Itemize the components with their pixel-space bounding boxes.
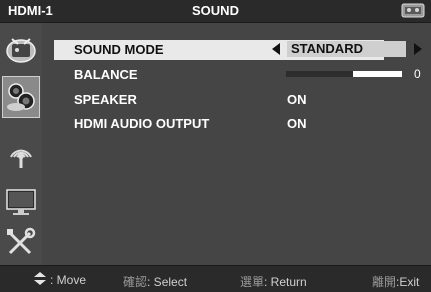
- sidebar: [0, 23, 42, 265]
- speaker-value: ON: [287, 92, 307, 107]
- key-guide-bar: : Move 確認: Select 選單: Return 離開:Exit: [0, 265, 431, 292]
- return-label: : Return: [264, 275, 307, 289]
- menu-row-speaker[interactable]: SPEAKER ON: [54, 90, 384, 110]
- sidebar-item-screen[interactable]: [2, 181, 40, 223]
- select-label: : Select: [147, 275, 188, 289]
- title-bar: HDMI-1 SOUND: [0, 0, 431, 23]
- tools-menu-icon: [7, 227, 36, 255]
- arrow-right-icon[interactable]: [414, 43, 422, 55]
- hdmi-audio-output-value: ON: [287, 116, 307, 131]
- select-hint: 確認: Select: [123, 273, 187, 290]
- sound-mode-value: STANDARD: [287, 41, 406, 57]
- tv-osd-screen: HDMI-1 SOUND SOUND MODE STANDARD BALANCE…: [0, 0, 431, 292]
- tv-status-icon: [401, 3, 425, 18]
- arrow-left-icon[interactable]: [272, 43, 280, 55]
- menu-title: SOUND: [192, 3, 239, 18]
- menu-row-sound-mode[interactable]: SOUND MODE STANDARD: [54, 40, 422, 60]
- sidebar-item-sound[interactable]: [2, 76, 40, 118]
- speaker-menu-icon: [7, 83, 35, 111]
- exit-hint: 離開:Exit: [372, 273, 419, 290]
- return-key: 選單: [240, 275, 265, 289]
- balance-slider-fill: [286, 71, 354, 77]
- balance-slider[interactable]: [286, 71, 402, 77]
- sidebar-item-picture[interactable]: [2, 29, 40, 71]
- hdmi-audio-output-label: HDMI AUDIO OUTPUT: [74, 116, 210, 131]
- sidebar-item-channel[interactable]: [2, 133, 40, 175]
- sidebar-item-setup[interactable]: [2, 221, 40, 263]
- menu-row-balance[interactable]: BALANCE 0: [54, 65, 421, 85]
- menu-row-hdmi-audio-output[interactable]: HDMI AUDIO OUTPUT ON: [54, 114, 384, 134]
- speaker-label: SPEAKER: [74, 92, 137, 107]
- exit-key: 離開: [372, 275, 397, 289]
- monitor-menu-icon: [6, 189, 36, 215]
- select-key: 確認: [123, 275, 148, 289]
- move-hint: : Move: [50, 273, 87, 287]
- sound-mode-label: SOUND MODE: [74, 42, 164, 57]
- antenna-menu-icon: [10, 149, 32, 168]
- move-arrows-icon: [34, 272, 46, 285]
- return-hint: 選單: Return: [240, 273, 307, 290]
- balance-value: 0: [414, 67, 421, 81]
- balance-label: BALANCE: [74, 67, 138, 82]
- exit-label: :Exit: [396, 275, 420, 289]
- picture-menu-icon: [6, 38, 36, 63]
